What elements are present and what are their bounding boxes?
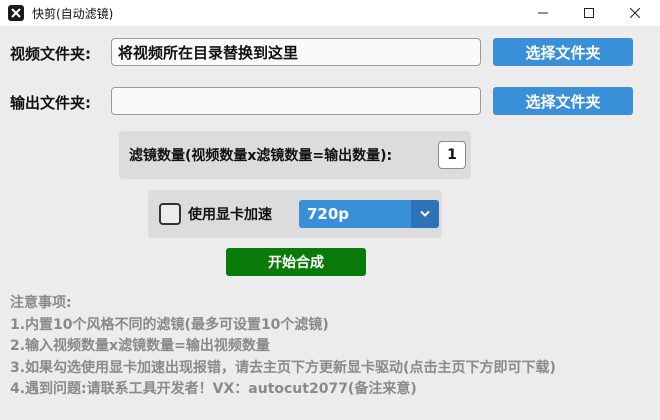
maximize-button[interactable] (566, 0, 612, 26)
window-title: 快剪(自动滤镜) (32, 7, 114, 21)
dropdown-arrow[interactable] (411, 200, 439, 228)
close-icon (630, 8, 640, 18)
filter-count-label: 滤镜数量(视频数量x滤镜数量=输出数量): (129, 148, 393, 164)
chevron-down-icon (420, 210, 430, 217)
gpu-acceleration-checkbox[interactable] (159, 203, 181, 225)
note-line: 1.内置10个风格不同的滤镜(最多可设置10个滤镜) (10, 316, 329, 333)
gpu-panel: 使用显卡加速 720p (148, 190, 442, 238)
title-bar: 快剪(自动滤镜) (0, 0, 660, 26)
resolution-dropdown[interactable]: 720p (299, 200, 439, 228)
output-folder-select-button[interactable]: 选择文件夹 (493, 87, 633, 115)
note-line: 4.遇到问题:请联系工具开发者！VX：autocut2077(备注来意) (10, 381, 417, 397)
resolution-value: 720p (307, 205, 350, 223)
output-folder-input[interactable] (111, 87, 481, 115)
filter-count-input[interactable]: 1 (438, 141, 466, 169)
notes-title: 注意事项: (10, 295, 72, 311)
minimize-button[interactable] (520, 0, 566, 26)
close-button[interactable] (612, 0, 658, 26)
gpu-acceleration-label: 使用显卡加速 (188, 207, 272, 223)
output-folder-label: 输出文件夹: (10, 94, 91, 112)
app-logo-icon (8, 5, 24, 21)
video-folder-label: 视频文件夹: (10, 45, 91, 63)
video-folder-select-button[interactable]: 选择文件夹 (493, 38, 633, 66)
start-compose-button[interactable]: 开始合成 (226, 248, 366, 276)
note-line: 2.输入视频数量x滤镜数量=输出视频数量 (10, 338, 270, 354)
maximize-icon (584, 8, 594, 18)
note-line: 3.如果勾选使用显卡加速出现报错，请去主页下方更新显卡驱动(点击主页下方即可下载… (10, 359, 556, 376)
filter-count-panel: 滤镜数量(视频数量x滤镜数量=输出数量): 1 (119, 131, 471, 179)
minimize-icon (538, 12, 548, 14)
video-folder-input[interactable] (111, 38, 481, 66)
notes-section: 注意事项: 1.内置10个风格不同的滤镜(最多可设置10个滤镜) 2.输入视频数… (10, 293, 650, 401)
